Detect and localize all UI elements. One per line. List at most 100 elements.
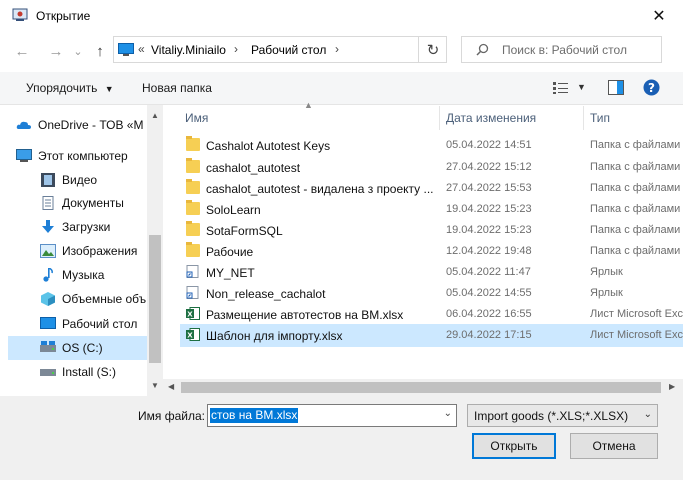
navigation-pane: OneDrive - ТОВ «М Этот компьютер Видео Д… <box>0 105 163 396</box>
cancel-button[interactable]: Отмена <box>570 433 658 459</box>
address-bar[interactable]: « Vitaliy.Miniailo › Рабочий стол › <box>113 36 447 63</box>
chevron-down-icon[interactable]: ⌄ <box>444 408 452 419</box>
sidebar-item-label: Объемные объ <box>62 292 147 306</box>
forward-button[interactable]: → <box>44 38 68 64</box>
filename-value[interactable]: стов на BM.xlsx <box>210 408 299 423</box>
file-date: 19.04.2022 15:23 <box>446 224 532 236</box>
shortcut-icon <box>186 265 199 278</box>
scroll-up-icon[interactable]: ▲ <box>151 111 159 120</box>
sidebar-item-label: OneDrive - ТОВ «М <box>38 118 144 132</box>
sidebar-item-downloads[interactable]: Загрузки <box>40 216 110 238</box>
shortcut-icon <box>186 286 199 299</box>
organize-label: Упорядочить <box>26 81 98 95</box>
preview-pane-icon[interactable] <box>608 80 624 95</box>
scroll-down-icon[interactable]: ▼ <box>151 381 159 390</box>
folder-icon <box>186 221 200 236</box>
file-name: MY_NET <box>206 266 255 280</box>
file-row[interactable]: X Размещение автотестов на BM.xlsx 06.04… <box>180 303 683 326</box>
new-folder-button[interactable]: Новая папка <box>142 81 212 95</box>
search-box[interactable]: Поиск в: Рабочий стол <box>461 36 662 63</box>
sidebar-item-3d-objects[interactable]: Объемные объ <box>40 288 146 310</box>
file-name: Шаблон для імпорту.xlsx <box>206 329 343 343</box>
column-divider[interactable] <box>439 106 440 130</box>
file-date: 29.04.2022 17:15 <box>446 329 532 341</box>
scrollbar-thumb[interactable] <box>181 382 661 393</box>
filename-label: Имя файла: <box>138 409 205 423</box>
column-header-date[interactable]: Дата изменения <box>446 106 536 130</box>
file-row-selected[interactable]: X Шаблон для імпорту.xlsx 29.04.2022 17:… <box>180 324 683 347</box>
column-header-type[interactable]: Тип <box>590 106 610 130</box>
file-date: 05.04.2022 14:51 <box>446 139 532 151</box>
chevron-down-icon[interactable]: ⌄ <box>644 409 652 420</box>
app-icon <box>12 8 28 21</box>
column-header-name[interactable]: Имя <box>185 106 208 130</box>
file-date: 27.04.2022 15:53 <box>446 182 532 194</box>
horizontal-scrollbar[interactable]: ◀ ▶ <box>163 379 683 396</box>
folder-icon <box>186 200 200 215</box>
sidebar-item-desktop[interactable]: Рабочий стол <box>40 313 137 335</box>
file-type: Папка с файлами <box>590 203 681 215</box>
file-type: Папка с файлами <box>590 139 681 151</box>
computer-icon <box>16 149 32 162</box>
breadcrumb-separator-icon[interactable]: › <box>335 42 339 56</box>
sidebar-item-os-c[interactable]: OS (C:) <box>8 336 147 360</box>
file-row[interactable]: Non_release_cachalot 05.04.2022 14:55 Яр… <box>180 282 683 305</box>
file-row[interactable]: Рабочие 12.04.2022 19:48 Папка с файлами <box>180 240 683 263</box>
sidebar-scrollbar[interactable]: ▲ ▼ <box>147 105 163 396</box>
search-icon <box>476 43 489 56</box>
excel-icon: X <box>186 307 200 320</box>
breadcrumb-separator-icon[interactable]: › <box>234 42 238 56</box>
image-icon <box>40 244 56 258</box>
file-row[interactable]: SoloLearn 19.04.2022 15:23 Папка с файла… <box>180 198 683 221</box>
drive-icon <box>40 341 56 352</box>
sidebar-item-label: Документы <box>62 196 124 210</box>
file-row[interactable]: SotaFormSQL 19.04.2022 15:23 Папка с фай… <box>180 219 683 242</box>
up-button[interactable]: ↑ <box>90 38 110 64</box>
sidebar-item-label: Install (S:) <box>62 365 117 379</box>
sidebar-item-music[interactable]: Музыка <box>40 264 104 286</box>
sidebar-item-images[interactable]: Изображения <box>40 240 137 262</box>
sidebar-item-this-pc[interactable]: Этот компьютер <box>16 145 128 167</box>
address-overflow[interactable]: « <box>138 42 145 56</box>
sidebar-item-install-s[interactable]: Install (S:) <box>40 361 116 383</box>
scrollbar-thumb[interactable] <box>149 235 161 363</box>
back-button[interactable]: ← <box>10 38 34 64</box>
view-dropdown-icon[interactable]: ▼ <box>577 82 586 92</box>
refresh-button[interactable]: ↻ <box>418 36 447 63</box>
folder-icon <box>186 158 200 173</box>
view-options-icon[interactable] <box>553 81 569 95</box>
file-date: 27.04.2022 15:12 <box>446 161 532 173</box>
file-date: 05.04.2022 14:55 <box>446 287 532 299</box>
sidebar-item-label: Видео <box>62 173 98 187</box>
file-type-filter[interactable]: Import goods (*.XLS;*.XLSX) ⌄ <box>467 404 658 427</box>
file-row[interactable]: Cashalot Autotest Keys 05.04.2022 14:51 … <box>180 134 683 157</box>
file-name: Размещение автотестов на BM.xlsx <box>206 308 404 322</box>
close-button[interactable]: ✕ <box>636 0 682 32</box>
video-icon <box>41 173 55 187</box>
folder-icon <box>186 136 200 151</box>
help-icon[interactable]: ? <box>643 79 660 96</box>
filename-input[interactable]: стов на BM.xlsx ⌄ <box>207 404 457 427</box>
breadcrumb-desktop[interactable]: Рабочий стол <box>251 43 326 57</box>
file-date: 19.04.2022 15:23 <box>446 203 532 215</box>
music-icon <box>43 268 53 282</box>
column-divider[interactable] <box>583 106 584 130</box>
file-row[interactable]: MY_NET 05.04.2022 11:47 Ярлык <box>180 261 683 284</box>
recent-locations-button[interactable]: ⌄ <box>71 38 85 64</box>
file-type: Папка с файлами <box>590 161 681 173</box>
sidebar-item-onedrive[interactable]: OneDrive - ТОВ «М <box>16 114 143 136</box>
open-button[interactable]: Открыть <box>472 433 556 459</box>
organize-button[interactable]: Упорядочить ▼ <box>26 81 114 95</box>
scroll-left-icon[interactable]: ◀ <box>168 382 174 391</box>
sidebar-item-documents[interactable]: Документы <box>40 192 124 214</box>
file-row[interactable]: cashalot_autotest - видалена з проекту .… <box>180 177 683 200</box>
file-row[interactable]: cashalot_autotest 27.04.2022 15:12 Папка… <box>180 156 683 179</box>
sidebar-item-label: OS (C:) <box>62 341 103 355</box>
sidebar-item-video[interactable]: Видео <box>40 169 97 191</box>
sidebar-item-label: Изображения <box>62 244 138 258</box>
scroll-right-icon[interactable]: ▶ <box>669 382 675 391</box>
3d-objects-icon <box>41 292 55 306</box>
desktop-icon <box>40 317 56 329</box>
breadcrumb-user[interactable]: Vitaliy.Miniailo <box>151 43 226 57</box>
file-name: SoloLearn <box>206 203 261 217</box>
